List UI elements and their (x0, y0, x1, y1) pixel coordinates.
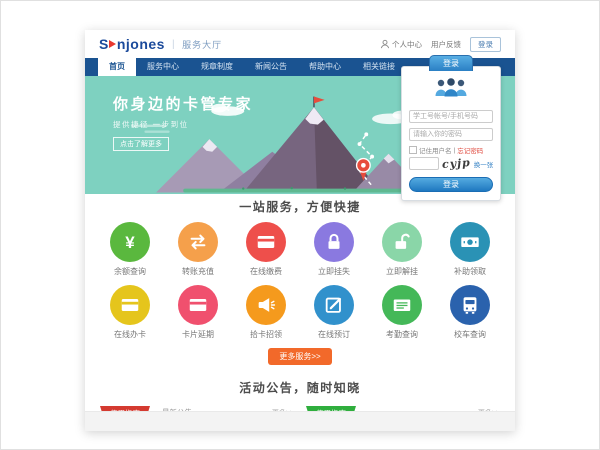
more-services-button[interactable]: 更多服务>> (268, 348, 331, 365)
personal-center-link[interactable]: 个人中心 (380, 39, 422, 50)
service-item-report-loss[interactable]: 立即挂失 (300, 222, 368, 277)
username-field[interactable] (409, 110, 493, 123)
service-label: 立即挂失 (300, 266, 368, 277)
list-icon (391, 294, 413, 316)
logo-text-s: S (99, 36, 109, 52)
remember-row: 记住用户名 | 忘记密码 (409, 145, 493, 155)
logo-divider: | (172, 39, 175, 50)
hero-banner: 你身边的卡管专家 提供捷径 一步到位 点击了解更多 (85, 76, 515, 194)
service-item-apply-card[interactable]: 在线办卡 (96, 285, 164, 340)
service-label: 校车查询 (436, 329, 504, 340)
yen-icon: ¥ (125, 234, 134, 251)
logo-text-rest: njones (117, 36, 165, 52)
service-label: 考勤查询 (368, 329, 436, 340)
service-label: 余额查询 (96, 266, 164, 277)
top-header: S njones | 服务大厅 个人中心 用户反馈 登录 (85, 30, 515, 58)
bank-card-icon (187, 294, 209, 316)
nav-item-news[interactable]: 新闻公告 (244, 58, 298, 76)
service-circle (314, 222, 354, 262)
service-item-balance[interactable]: ¥ 余额查询 (96, 222, 164, 277)
remember-separator: | (454, 147, 456, 154)
announcements-title: 活动公告，随时知晓 (85, 381, 515, 395)
personal-center-label: 个人中心 (392, 39, 422, 50)
edit-icon (323, 294, 345, 316)
service-circle (382, 222, 422, 262)
hero-text-block: 你身边的卡管专家 提供捷径 一步到位 点击了解更多 (113, 93, 253, 151)
service-circle (246, 222, 286, 262)
megaphone-icon (255, 294, 277, 316)
forgot-password-link[interactable]: 忘记密码 (457, 145, 483, 155)
service-circle (450, 222, 490, 262)
service-circle (314, 285, 354, 325)
bus-icon (459, 294, 481, 316)
login-tab[interactable]: 登录 (429, 55, 473, 71)
service-item-lost-found[interactable]: 拾卡招领 (232, 285, 300, 340)
service-label: 补助领取 (436, 266, 504, 277)
bank-card-icon (119, 294, 141, 316)
service-item-subsidy[interactable]: 补助领取 (436, 222, 504, 277)
hero-title: 你身边的卡管专家 (113, 93, 253, 114)
service-item-booking[interactable]: 在线预订 (300, 285, 368, 340)
services-section: 一站服务，方便快捷 ¥ 余额查询 转账充值 (85, 194, 515, 365)
login-submit-button[interactable]: 登录 (409, 177, 493, 192)
service-label: 立即解挂 (368, 266, 436, 277)
captcha-row: cyjp 换一张 (409, 157, 493, 170)
banknote-icon (459, 231, 481, 253)
nav-item-links[interactable]: 相关链接 (352, 58, 406, 76)
service-item-school-bus[interactable]: 校车查询 (436, 285, 504, 340)
nav-item-help-center[interactable]: 帮助中心 (298, 58, 352, 76)
captcha-field[interactable] (409, 157, 439, 170)
service-circle (178, 285, 218, 325)
password-field[interactable] (409, 128, 493, 141)
services-grid: ¥ 余额查询 转账充值 (96, 222, 504, 340)
header-user-area: 个人中心 用户反馈 登录 (380, 37, 501, 52)
service-item-payment[interactable]: 在线缴费 (232, 222, 300, 277)
service-label: 转账充值 (164, 266, 232, 277)
person-icon (380, 39, 390, 49)
footer-strip (85, 411, 515, 431)
hero-cta-button[interactable]: 点击了解更多 (113, 137, 169, 151)
hero-subtitle: 提供捷径 一步到位 (113, 119, 253, 130)
service-item-unfreeze[interactable]: 立即解挂 (368, 222, 436, 277)
site-subtitle: 服务大厅 (182, 38, 222, 51)
user-feedback-link[interactable]: 用户反馈 (431, 39, 461, 50)
lock-icon (323, 231, 345, 253)
service-item-attendance[interactable]: 考勤查询 (368, 285, 436, 340)
remember-label: 记住用户名 (419, 145, 452, 155)
user-feedback-label: 用户反馈 (431, 39, 461, 50)
service-item-transfer[interactable]: 转账充值 (164, 222, 232, 277)
nav-item-service-center[interactable]: 服务中心 (136, 58, 190, 76)
service-label: 卡片延期 (164, 329, 232, 340)
login-panel: 登录 记住用户名 | 忘记密码 c (401, 66, 501, 201)
services-title: 一站服务，方便快捷 (85, 200, 515, 214)
nav-item-home[interactable]: 首页 (98, 58, 136, 76)
header-login-button[interactable]: 登录 (470, 37, 501, 52)
service-circle (110, 285, 150, 325)
service-label: 拾卡招领 (232, 329, 300, 340)
service-circle (246, 285, 286, 325)
page-container: S njones | 服务大厅 个人中心 用户反馈 登录 首页 服务中心 规章制… (85, 30, 515, 431)
service-circle (382, 285, 422, 325)
service-circle: ¥ (110, 222, 150, 262)
logo[interactable]: S njones | 服务大厅 (99, 36, 222, 52)
nav-item-rules[interactable]: 规章制度 (190, 58, 244, 76)
service-circle (450, 285, 490, 325)
transfer-arrows-icon (187, 231, 209, 253)
users-icon (409, 77, 493, 102)
captcha-refresh-link[interactable]: 换一张 (474, 159, 494, 169)
bank-card-icon (255, 231, 277, 253)
unlock-icon (391, 231, 413, 253)
logo-arrow-icon (109, 40, 116, 48)
captcha-image[interactable]: cyjp (442, 156, 472, 171)
service-label: 在线预订 (300, 329, 368, 340)
service-item-card-renewal[interactable]: 卡片延期 (164, 285, 232, 340)
service-label: 在线缴费 (232, 266, 300, 277)
service-label: 在线办卡 (96, 329, 164, 340)
service-circle (178, 222, 218, 262)
remember-checkbox[interactable] (409, 146, 417, 154)
